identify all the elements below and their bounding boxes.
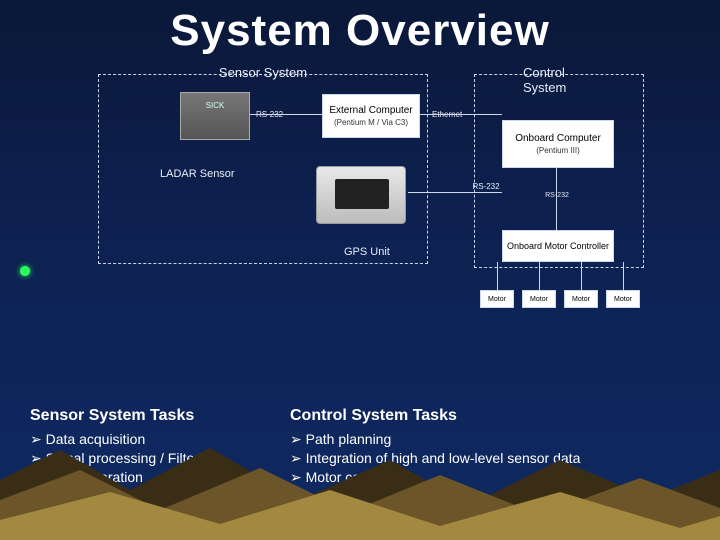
onboard-computer-sub: (Pentium III) bbox=[536, 146, 580, 155]
ladar-sensor-image bbox=[180, 92, 250, 140]
list-item: Integration of high and low-level sensor… bbox=[290, 450, 710, 467]
ladar-label: LADAR Sensor bbox=[160, 168, 235, 180]
gps-image bbox=[316, 166, 406, 224]
page-title: System Overview bbox=[0, 0, 720, 56]
motor-box: Motor bbox=[564, 290, 598, 308]
sensor-system-title: Sensor System bbox=[213, 65, 313, 80]
connector-line bbox=[581, 262, 582, 290]
motor-box: Motor bbox=[606, 290, 640, 308]
connector-line bbox=[556, 168, 557, 230]
control-system-title: Control System bbox=[517, 65, 601, 95]
connector-line bbox=[250, 114, 322, 115]
list-item: Map generation bbox=[30, 469, 290, 486]
slide-bullet-icon bbox=[20, 266, 30, 276]
external-computer-sub: (Pentium M / Via C3) bbox=[334, 118, 408, 127]
connector-line bbox=[497, 262, 498, 290]
control-tasks-heading: Control System Tasks bbox=[290, 407, 710, 425]
list-item: Motor control bbox=[290, 469, 710, 486]
sensor-tasks-heading: Sensor System Tasks bbox=[30, 407, 290, 425]
external-computer-label: External Computer bbox=[329, 105, 412, 116]
motors-row: Motor Motor Motor Motor bbox=[480, 290, 640, 308]
gps-label: GPS Unit bbox=[344, 246, 390, 258]
list-item: Data acquisition bbox=[30, 431, 290, 448]
system-diagram: Sensor System Control System LADAR Senso… bbox=[98, 58, 658, 328]
list-item: Signal processing / Filtering bbox=[30, 450, 290, 467]
motor-box: Motor bbox=[522, 290, 556, 308]
external-computer-box: External Computer (Pentium M / Via C3) bbox=[322, 94, 420, 138]
onboard-computer-box: Onboard Computer (Pentium III) bbox=[502, 120, 614, 168]
motor-controller-box: Onboard Motor Controller bbox=[502, 230, 614, 262]
conn-rs232-2: RS-232 bbox=[466, 182, 506, 191]
tasks-section: Sensor System Tasks Data acquisition Sig… bbox=[30, 407, 710, 486]
onboard-computer-label: Onboard Computer bbox=[515, 133, 601, 144]
list-item: Path planning bbox=[290, 431, 710, 448]
connector-line bbox=[539, 262, 540, 290]
connector-line bbox=[420, 114, 502, 115]
motor-box: Motor bbox=[480, 290, 514, 308]
conn-rs232-3: RS-232 bbox=[522, 192, 592, 199]
connector-line bbox=[408, 192, 502, 193]
connector-line bbox=[623, 262, 624, 290]
